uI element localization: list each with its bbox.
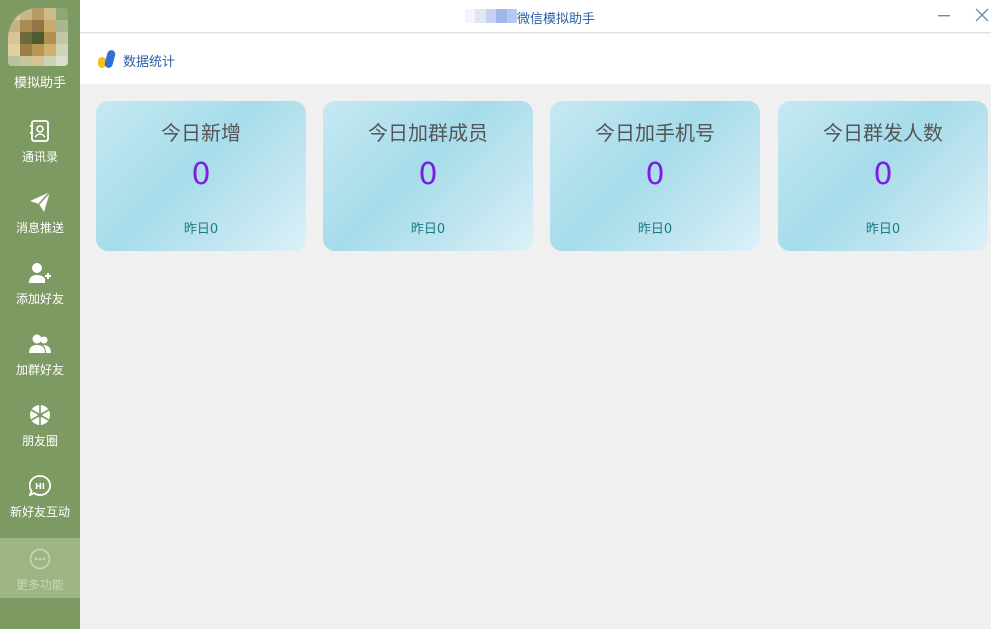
stat-card-value: 0 xyxy=(191,157,211,192)
sidebar-item-label: 添加好友 xyxy=(15,292,64,306)
stat-card-yesterday: 昨日0 xyxy=(410,222,446,237)
stat-card-value: 0 xyxy=(645,157,665,192)
window-title: 微信模拟助手 xyxy=(517,12,596,27)
close-button[interactable] xyxy=(970,4,991,28)
add-user-icon xyxy=(29,262,51,284)
sidebar-item-more-features[interactable]: 更多功能 xyxy=(0,538,80,598)
group-icon xyxy=(29,333,51,355)
stat-card-value: 0 xyxy=(873,157,893,192)
title-bar: 微信模拟助手 xyxy=(80,0,991,33)
sidebar-item-new-friend-interaction[interactable]: HI 新好友互动 xyxy=(0,465,80,527)
sidebar-item-contacts[interactable]: 通讯录 xyxy=(0,110,80,172)
app-name: 模拟助手 xyxy=(13,76,66,91)
title-redacted-block xyxy=(465,9,518,23)
section-header: 数据统计 xyxy=(80,34,991,84)
stat-card-yesterday: 昨日0 xyxy=(183,222,219,237)
page-title: 数据统计 xyxy=(123,55,176,70)
sidebar-item-label: 消息推送 xyxy=(15,221,64,235)
sidebar-item-add-friend[interactable]: 添加好友 xyxy=(0,252,80,314)
minimize-button[interactable] xyxy=(932,4,956,28)
hi-chat-icon: HI xyxy=(29,475,51,497)
stat-card-new-today: 今日新增 0 昨日0 xyxy=(96,101,306,251)
sidebar-item-label: 加群好友 xyxy=(15,363,64,377)
sidebar-item-label: 朋友圈 xyxy=(21,434,58,448)
send-icon xyxy=(29,191,51,213)
moments-icon xyxy=(29,404,51,426)
stat-card-group-send-today: 今日群发人数 0 昨日0 xyxy=(778,101,988,251)
stat-card-value: 0 xyxy=(418,157,438,192)
sidebar-item-message-push[interactable]: 消息推送 xyxy=(0,181,80,243)
contacts-icon xyxy=(29,120,51,142)
sidebar-item-label: 更多功能 xyxy=(15,578,64,592)
stat-card-title: 今日群发人数 xyxy=(823,121,943,145)
sidebar-item-label: 新好友互动 xyxy=(9,505,70,519)
sidebar-item-group-friends[interactable]: 加群好友 xyxy=(0,323,80,385)
sidebar: 模拟助手 通讯录 消息推送 添加好友 加群好友 朋友圈 HI 新好友互动 更多功… xyxy=(0,0,80,629)
minimize-icon xyxy=(937,7,951,26)
stat-card-yesterday: 昨日0 xyxy=(637,222,673,237)
close-icon xyxy=(975,7,989,26)
stat-card-group-members-today: 今日加群成员 0 昨日0 xyxy=(323,101,533,251)
app-window: 模拟助手 通讯录 消息推送 添加好友 加群好友 朋友圈 HI 新好友互动 更多功… xyxy=(0,0,991,629)
more-icon xyxy=(29,548,51,570)
stat-card-yesterday: 昨日0 xyxy=(865,222,901,237)
stat-card-title: 今日加手机号 xyxy=(595,121,715,145)
avatar[interactable] xyxy=(8,8,68,66)
stat-card-title: 今日新增 xyxy=(161,121,241,145)
stats-icon xyxy=(97,48,117,70)
stat-card-title: 今日加群成员 xyxy=(368,121,488,145)
sidebar-item-label: 通讯录 xyxy=(21,150,58,164)
sidebar-item-moments[interactable]: 朋友圈 xyxy=(0,394,80,456)
stat-card-phone-numbers-today: 今日加手机号 0 昨日0 xyxy=(550,101,760,251)
svg-text:HI: HI xyxy=(35,482,45,491)
